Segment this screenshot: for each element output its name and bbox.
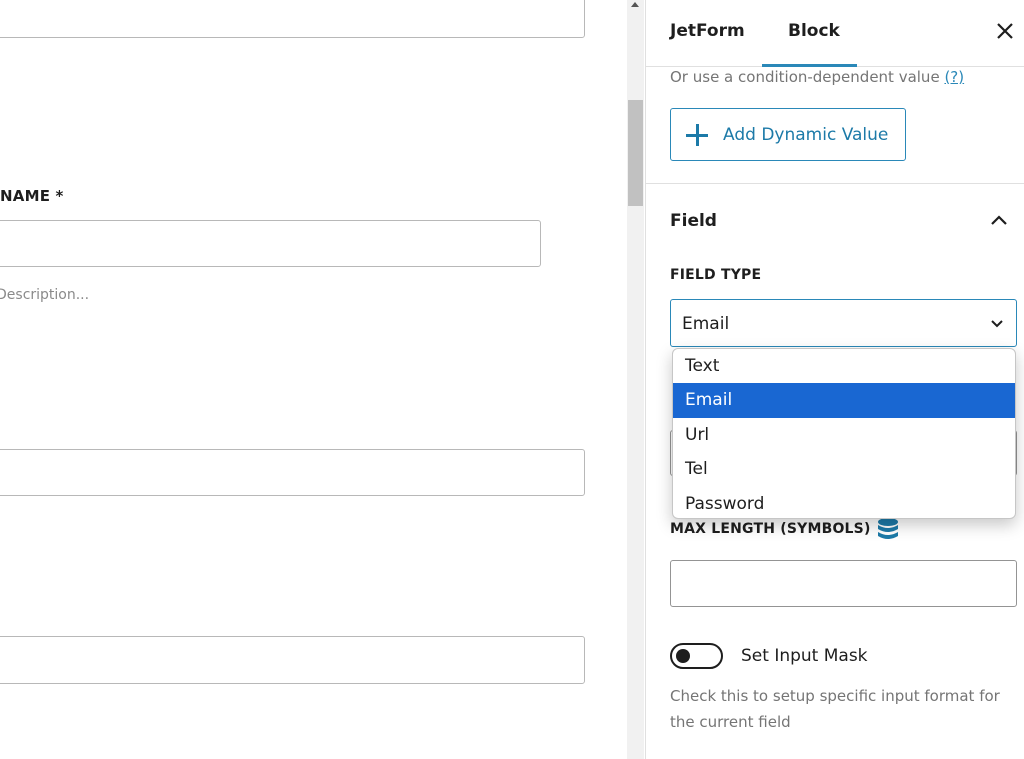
field-type-value: Email [682,314,730,334]
field-type-dropdown: Text Email Url Tel Password [672,348,1016,519]
toggle-knob [676,649,690,663]
field-type-option-password[interactable]: Password [673,487,1015,518]
sidebar-tabs: JetForm Block [646,0,1024,67]
input-mask-help-text: Check this to setup specific input forma… [670,687,1000,731]
canvas-scrollbar[interactable] [627,0,644,759]
field-type-select[interactable]: Email [670,299,1017,347]
name-field-label: NAME * [0,187,64,205]
tab-block[interactable]: Block [788,21,840,41]
condition-value-label: Or use a condition-dependent value [670,68,940,86]
input-mask-label[interactable]: Set Input Mask [741,646,868,666]
help-link[interactable]: (?) [944,68,964,86]
close-sidebar-button[interactable] [994,20,1016,42]
scrollbar-thumb[interactable] [628,100,643,206]
plus-icon [685,123,709,147]
form-field-input[interactable] [0,0,585,38]
chevron-up-icon [991,215,1007,225]
add-dynamic-value-button[interactable]: Add Dynamic Value [670,108,906,161]
close-icon [997,23,1013,39]
database-icon[interactable] [877,517,899,543]
field-type-label: FIELD TYPE [670,267,762,283]
field-type-option-email[interactable]: Email [673,383,1015,418]
field-type-option-tel[interactable]: Tel [673,452,1015,486]
form-field-input[interactable] [0,636,585,684]
field-type-option-text[interactable]: Text [673,349,1015,383]
settings-sidebar: JetForm Block Or use a condition-depende… [645,0,1024,759]
field-panel-title[interactable]: Field [670,211,717,231]
form-field-input[interactable] [0,449,585,496]
scroll-up-arrow-icon[interactable] [631,2,639,7]
add-dynamic-value-label: Add Dynamic Value [723,124,889,145]
description-placeholder[interactable]: Description... [0,287,89,303]
active-tab-indicator [762,64,857,67]
max-length-input[interactable] [670,560,1017,607]
tab-jetform[interactable]: JetForm [670,21,745,41]
input-mask-toggle[interactable] [670,643,723,669]
form-editor-canvas: NAME * Description... [0,0,627,759]
chevron-down-icon [991,320,1003,328]
name-field-input[interactable] [0,220,541,267]
condition-value-text: Or use a condition-dependent value (?) [670,68,964,86]
max-length-label: MAX LENGTH (SYMBOLS) [670,521,871,537]
panel-collapse-button[interactable] [989,210,1009,230]
field-type-option-url[interactable]: Url [673,418,1015,452]
panel-divider [646,183,1024,184]
